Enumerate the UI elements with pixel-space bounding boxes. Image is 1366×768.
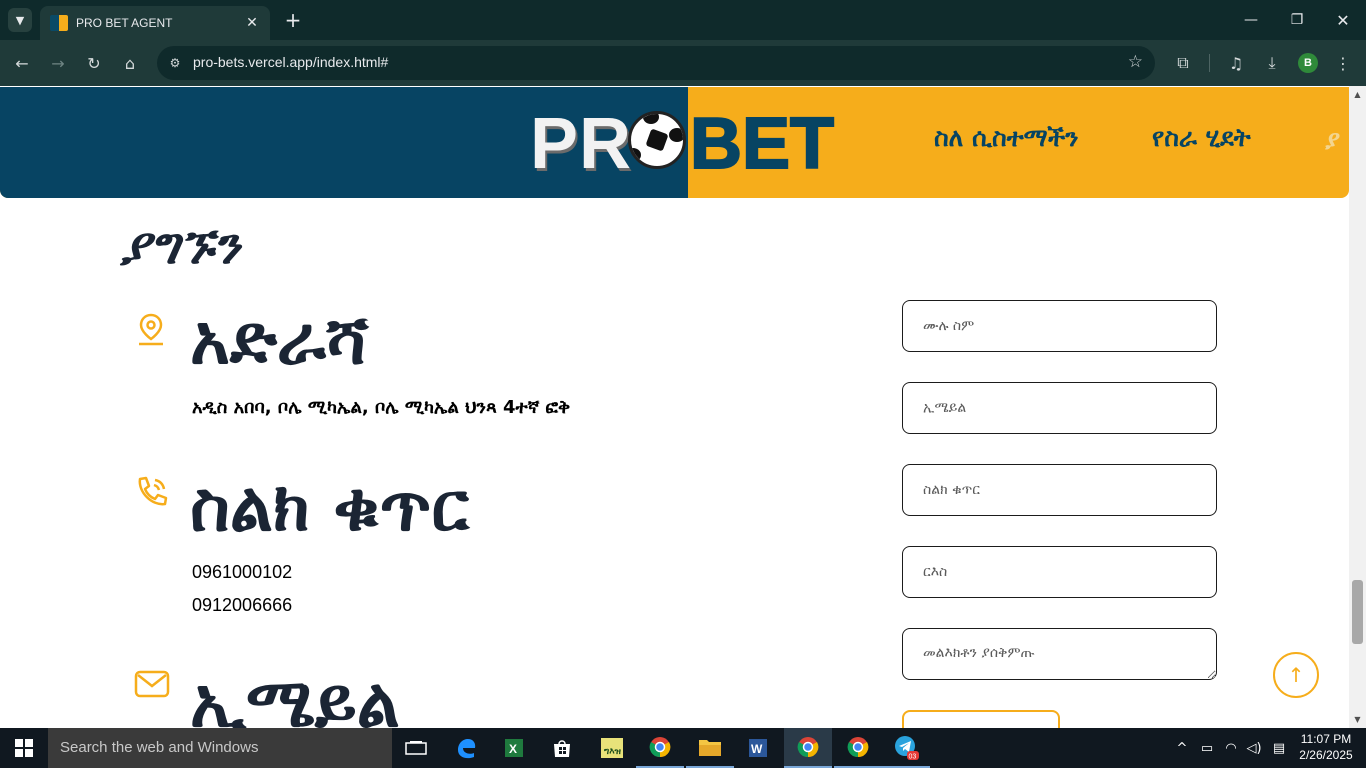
logo-bet-text: BET	[689, 103, 835, 185]
url-text[interactable]: pro-bets.vercel.app/index.html#	[193, 54, 388, 70]
store-icon[interactable]	[538, 728, 586, 768]
chrome-second-icon[interactable]	[834, 728, 882, 768]
battery-icon[interactable]: ▭	[1196, 728, 1218, 768]
chrome-active-icon[interactable]	[784, 728, 832, 768]
telegram-badge: 03	[909, 754, 917, 761]
probet-logo[interactable]: PR BET	[530, 101, 835, 185]
envelope-icon	[134, 670, 170, 698]
extensions-puzzle-icon[interactable]: ⧉	[1170, 50, 1196, 76]
new-tab-plus-icon[interactable]: +	[282, 8, 304, 32]
phone-number-2[interactable]: 0912006666	[192, 595, 292, 616]
svg-text:ግእዝ: ግእዝ	[604, 747, 622, 757]
page-viewport: PR BET ስለ ሲስተማችን የስራ ሂደት ያ ያግኙን አድራሻ አዲስ…	[0, 86, 1349, 728]
media-control-icon[interactable]: ♫	[1223, 50, 1249, 76]
address-bar[interactable]: ⚙ pro-bets.vercel.app/index.html# ☆	[157, 46, 1155, 80]
phone-number-1[interactable]: 0961000102	[192, 562, 292, 583]
keyboard-app-icon[interactable]: ግእዝ	[588, 728, 636, 768]
scroll-down-arrow-icon[interactable]: ▼	[1353, 715, 1362, 724]
word-icon[interactable]: W	[734, 728, 782, 768]
back-to-top-arrow-icon[interactable]: ↑	[1273, 652, 1319, 698]
taskbar-clock[interactable]: 11:07 PM 2/26/2025	[1296, 731, 1356, 763]
address-text: አዲስ አበባ, ቦሌ ሚካኤል, ቦሌ ሚካኤል ህንጻ 4ተኛ ፎቅ	[192, 397, 571, 418]
close-window-icon[interactable]: ✕	[1320, 0, 1366, 40]
svg-text:W: W	[751, 742, 763, 756]
contact-section-title: ያግኙን	[120, 216, 240, 275]
windows-start-icon[interactable]	[0, 728, 48, 768]
location-pin-icon	[139, 313, 163, 346]
home-icon[interactable]: ⌂	[117, 50, 143, 76]
fullname-input[interactable]	[902, 300, 1217, 352]
tab-close-icon[interactable]: ✕	[244, 15, 260, 31]
minimize-icon[interactable]: —	[1228, 0, 1274, 40]
volume-icon[interactable]: ◁)	[1243, 728, 1265, 768]
soccer-ball-icon	[628, 111, 686, 169]
excel-icon[interactable]: X	[490, 728, 538, 768]
windows-taskbar: Search the web and Windows X ግእዝ W 03 ^ …	[0, 728, 1366, 768]
tab-search-chevron-icon[interactable]: ▼	[8, 8, 32, 32]
page-scrollbar[interactable]: ▲ ▼	[1349, 86, 1366, 728]
phone-title: ስልክ ቁጥር	[190, 468, 470, 547]
browser-tab[interactable]: PRO BET AGENT ✕	[40, 6, 270, 40]
taskbar-search-input[interactable]: Search the web and Windows	[48, 728, 392, 768]
wifi-icon[interactable]: ◠	[1220, 728, 1242, 768]
tab-title: PRO BET AGENT	[76, 16, 173, 30]
file-explorer-icon[interactable]	[686, 728, 734, 768]
browser-titlebar: ▼ PRO BET AGENT ✕ + — ❐ ✕	[0, 0, 1366, 40]
svg-text:X: X	[509, 742, 517, 756]
bookmark-star-icon[interactable]: ☆	[1128, 52, 1143, 72]
logo-pro-text: PR	[530, 104, 633, 184]
nav-link-work-process[interactable]: የስራ ሂደት	[1152, 123, 1251, 153]
reload-icon[interactable]: ↻	[81, 50, 107, 76]
phone-input[interactable]	[902, 464, 1217, 516]
message-textarea[interactable]	[902, 628, 1217, 680]
email-input[interactable]	[902, 382, 1217, 434]
restore-icon[interactable]: ❐	[1274, 0, 1320, 40]
edge-icon[interactable]	[442, 728, 490, 768]
scroll-thumb[interactable]	[1352, 580, 1363, 644]
profile-avatar[interactable]: B	[1298, 53, 1318, 73]
back-arrow-icon[interactable]: ←	[9, 50, 35, 76]
site-navbar: PR BET ስለ ሲስተማችን የስራ ሂደት ያ	[0, 87, 1349, 198]
tray-chevron-icon[interactable]: ^	[1172, 728, 1192, 768]
scroll-up-arrow-icon[interactable]: ▲	[1353, 90, 1362, 99]
downloads-icon[interactable]: ⤓	[1259, 50, 1285, 76]
site-info-icon[interactable]: ⚙	[165, 53, 185, 73]
forward-arrow-icon[interactable]: →	[45, 50, 71, 76]
nav-link-contact-cut[interactable]: ያ	[1325, 125, 1340, 155]
browser-menu-icon[interactable]: ⋮	[1330, 50, 1356, 76]
telegram-icon[interactable]: 03	[882, 728, 930, 768]
phone-icon	[138, 476, 168, 506]
browser-toolbar: ← → ↻ ⌂ ⚙ pro-bets.vercel.app/index.html…	[0, 40, 1366, 86]
clock-time: 11:07 PM	[1300, 732, 1352, 746]
favicon-icon	[50, 15, 68, 31]
task-view-icon[interactable]	[392, 728, 440, 768]
address-title: አድራሻ	[190, 301, 369, 380]
notification-icon[interactable]: ▤	[1267, 728, 1291, 768]
email-title: ኢሜይል	[190, 664, 400, 728]
toolbar-divider	[1209, 54, 1210, 72]
subject-input[interactable]	[902, 546, 1217, 598]
clock-date: 2/26/2025	[1299, 748, 1353, 762]
chrome-profile-icon[interactable]	[636, 728, 684, 768]
nav-link-about-system[interactable]: ስለ ሲስተማችን	[934, 123, 1078, 153]
submit-button[interactable]	[902, 710, 1060, 728]
